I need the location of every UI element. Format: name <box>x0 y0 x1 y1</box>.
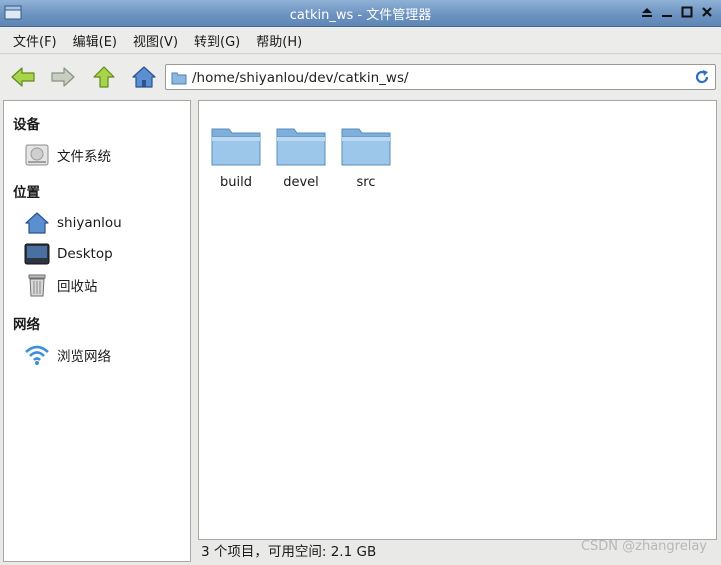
trash-icon <box>23 272 51 298</box>
folder-item-src[interactable]: src <box>336 123 396 190</box>
sidebar-item-label: 文件系统 <box>57 149 111 165</box>
title-bar[interactable]: catkin_ws - 文件管理器 <box>0 0 721 27</box>
section-devices: 设备 <box>13 117 40 133</box>
section-places: 位置 <box>13 185 40 201</box>
home-icon <box>23 210 51 236</box>
shade-icon[interactable] <box>639 3 655 21</box>
close-icon[interactable] <box>699 3 715 21</box>
home-button[interactable] <box>129 63 159 91</box>
menu-help[interactable]: 帮助(H) <box>249 31 309 50</box>
folder-small-icon <box>171 70 187 89</box>
arrow-left-icon <box>11 67 35 87</box>
up-button[interactable] <box>89 63 119 91</box>
menu-bar: 文件(F) 编辑(E) 视图(V) 转到(G) 帮助(H) <box>0 27 721 54</box>
network-icon <box>23 342 51 368</box>
folder-icon <box>341 128 391 166</box>
forward-button[interactable] <box>48 63 78 91</box>
maximize-icon[interactable] <box>679 3 695 21</box>
back-button[interactable] <box>8 63 38 91</box>
menu-go[interactable]: 转到(G) <box>187 31 247 50</box>
folder-item-build[interactable]: build <box>206 123 266 190</box>
sidebar-item-desktop[interactable]: Desktop <box>23 241 183 267</box>
sidebar-item-trash[interactable]: 回收站 <box>23 272 183 298</box>
watermark: CSDN @zhangrelay <box>580 539 707 554</box>
drive-icon <box>23 142 51 168</box>
reload-icon[interactable] <box>693 68 711 90</box>
toolbar <box>0 55 721 99</box>
folder-item-devel[interactable]: devel <box>271 123 331 190</box>
arrow-right-icon <box>51 67 75 87</box>
sidebar-item-label: shiyanlou <box>57 215 122 231</box>
sidebar-item-label: 浏览网络 <box>57 349 111 365</box>
menu-file[interactable]: 文件(F) <box>6 31 64 50</box>
sidebar-item-label: 回收站 <box>57 279 98 295</box>
folder-icon <box>276 128 326 166</box>
home-icon <box>132 66 156 88</box>
sidebar-item-home[interactable]: shiyanlou <box>23 210 183 236</box>
sidebar-item-browse-network[interactable]: 浏览网络 <box>23 342 183 368</box>
window-title: catkin_ws - 文件管理器 <box>289 8 432 23</box>
minimize-icon[interactable] <box>659 3 675 21</box>
sidebar-item-filesystem[interactable]: 文件系统 <box>23 142 183 168</box>
menu-view[interactable]: 视图(V) <box>126 31 185 50</box>
location-input[interactable] <box>190 67 684 89</box>
folder-label: build <box>220 175 252 190</box>
menu-edit[interactable]: 编辑(E) <box>66 31 124 50</box>
location-bar[interactable] <box>165 64 716 90</box>
sidebar: 设备 文件系统 位置 shiyanlou Desktop 回收站 网络 浏览网络 <box>3 100 191 562</box>
sidebar-item-label: Desktop <box>57 246 113 262</box>
file-view[interactable]: build devel src <box>198 100 717 540</box>
desktop-icon <box>23 241 51 267</box>
section-network: 网络 <box>13 317 40 333</box>
folder-label: src <box>356 175 376 190</box>
arrow-up-icon <box>93 66 115 88</box>
folder-icon <box>211 128 261 166</box>
folder-label: devel <box>283 175 319 190</box>
